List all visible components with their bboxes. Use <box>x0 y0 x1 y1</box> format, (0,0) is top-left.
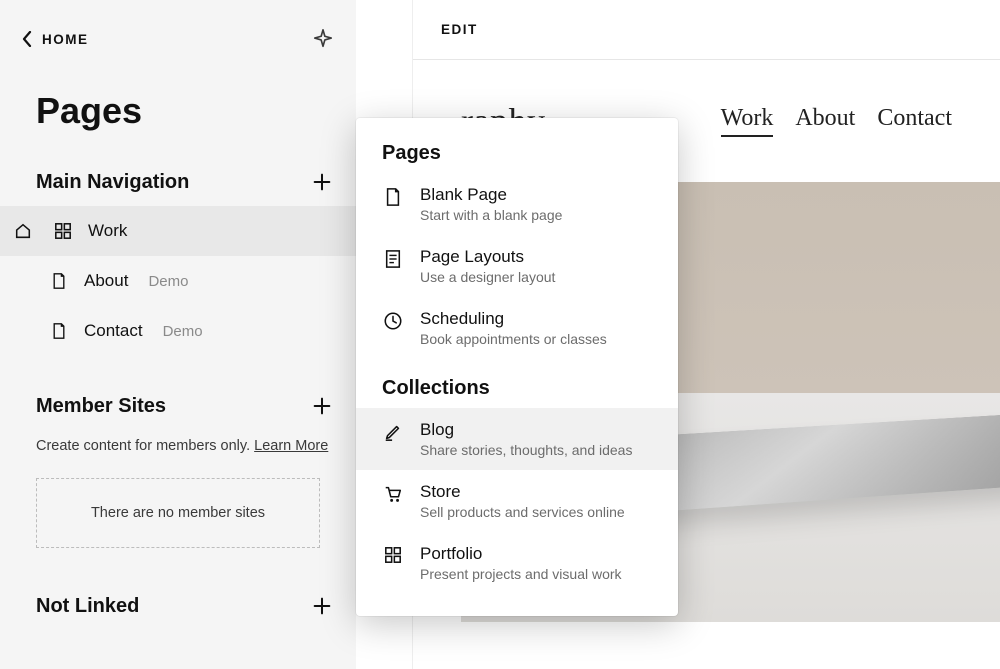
cart-icon <box>382 482 404 504</box>
site-nav-contact[interactable]: Contact <box>877 105 952 137</box>
nav-item-work[interactable]: Work <box>0 206 356 256</box>
popover-item-desc: Present projects and visual work <box>420 566 622 582</box>
popover-item-desc: Share stories, thoughts, and ideas <box>420 442 632 458</box>
chevron-left-icon <box>22 31 32 47</box>
clock-icon <box>382 309 404 331</box>
popover-item-blank-page[interactable]: Blank Page Start with a blank page <box>356 173 678 235</box>
nav-item-label: About <box>84 271 128 291</box>
pen-icon <box>382 420 404 442</box>
member-sites-description: Create content for members only. Learn M… <box>0 430 356 456</box>
popover-item-desc: Start with a blank page <box>420 207 562 223</box>
section-member-sites: Member Sites <box>0 356 356 430</box>
preview-topbar: EDIT <box>413 0 1000 60</box>
popover-item-title: Blog <box>420 420 632 440</box>
popover-item-title: Blank Page <box>420 185 562 205</box>
grid-icon <box>52 222 74 240</box>
edit-button[interactable]: EDIT <box>441 22 478 37</box>
popover-section-pages: Pages <box>356 142 678 173</box>
demo-tag: Demo <box>163 323 203 340</box>
popover-item-desc: Book appointments or classes <box>420 331 607 347</box>
page-layouts-icon <box>382 247 404 269</box>
nav-item-contact[interactable]: Contact Demo <box>0 306 356 356</box>
sparkle-icon[interactable] <box>312 28 334 50</box>
popover-item-title: Page Layouts <box>420 247 555 267</box>
popover-item-page-layouts[interactable]: Page Layouts Use a designer layout <box>356 235 678 297</box>
section-title-member-sites: Member Sites <box>36 395 166 418</box>
site-nav: Work About Contact <box>721 105 952 137</box>
add-page-button[interactable] <box>310 170 334 194</box>
demo-tag: Demo <box>148 273 188 290</box>
blank-page-icon <box>382 185 404 207</box>
member-sites-empty: There are no member sites <box>36 478 320 548</box>
add-member-site-button[interactable] <box>310 394 334 418</box>
home-icon <box>14 222 32 240</box>
section-title-not-linked: Not Linked <box>36 595 139 618</box>
popover-item-desc: Sell products and services online <box>420 504 625 520</box>
section-not-linked: Not Linked <box>0 548 356 630</box>
section-main-navigation: Main Navigation <box>0 132 356 206</box>
popover-item-store[interactable]: Store Sell products and services online <box>356 470 678 532</box>
page-icon <box>48 322 70 340</box>
pages-sidebar: HOME Pages Main Navigation Work About <box>0 0 356 669</box>
nav-item-label: Work <box>88 221 127 241</box>
popover-item-blog[interactable]: Blog Share stories, thoughts, and ideas <box>356 408 678 470</box>
page-title: Pages <box>0 50 356 132</box>
home-label: HOME <box>42 32 89 47</box>
add-page-popover: Pages Blank Page Start with a blank page… <box>356 118 678 616</box>
add-not-linked-button[interactable] <box>310 594 334 618</box>
popover-item-title: Scheduling <box>420 309 607 329</box>
section-title-main-nav: Main Navigation <box>36 171 189 194</box>
popover-item-title: Portfolio <box>420 544 622 564</box>
main-nav-list: Work About Demo Contact Demo <box>0 206 356 356</box>
popover-item-scheduling[interactable]: Scheduling Book appointments or classes <box>356 297 678 359</box>
popover-item-desc: Use a designer layout <box>420 269 555 285</box>
grid-icon <box>382 544 404 564</box>
nav-item-label: Contact <box>84 321 143 341</box>
page-icon <box>48 272 70 290</box>
back-home-link[interactable]: HOME <box>22 31 89 47</box>
popover-item-title: Store <box>420 482 625 502</box>
site-nav-about[interactable]: About <box>795 105 855 137</box>
learn-more-link[interactable]: Learn More <box>254 438 328 454</box>
nav-item-about[interactable]: About Demo <box>0 256 356 306</box>
site-nav-work[interactable]: Work <box>721 105 774 137</box>
popover-item-portfolio[interactable]: Portfolio Present projects and visual wo… <box>356 532 678 594</box>
popover-section-collections: Collections <box>356 359 678 408</box>
